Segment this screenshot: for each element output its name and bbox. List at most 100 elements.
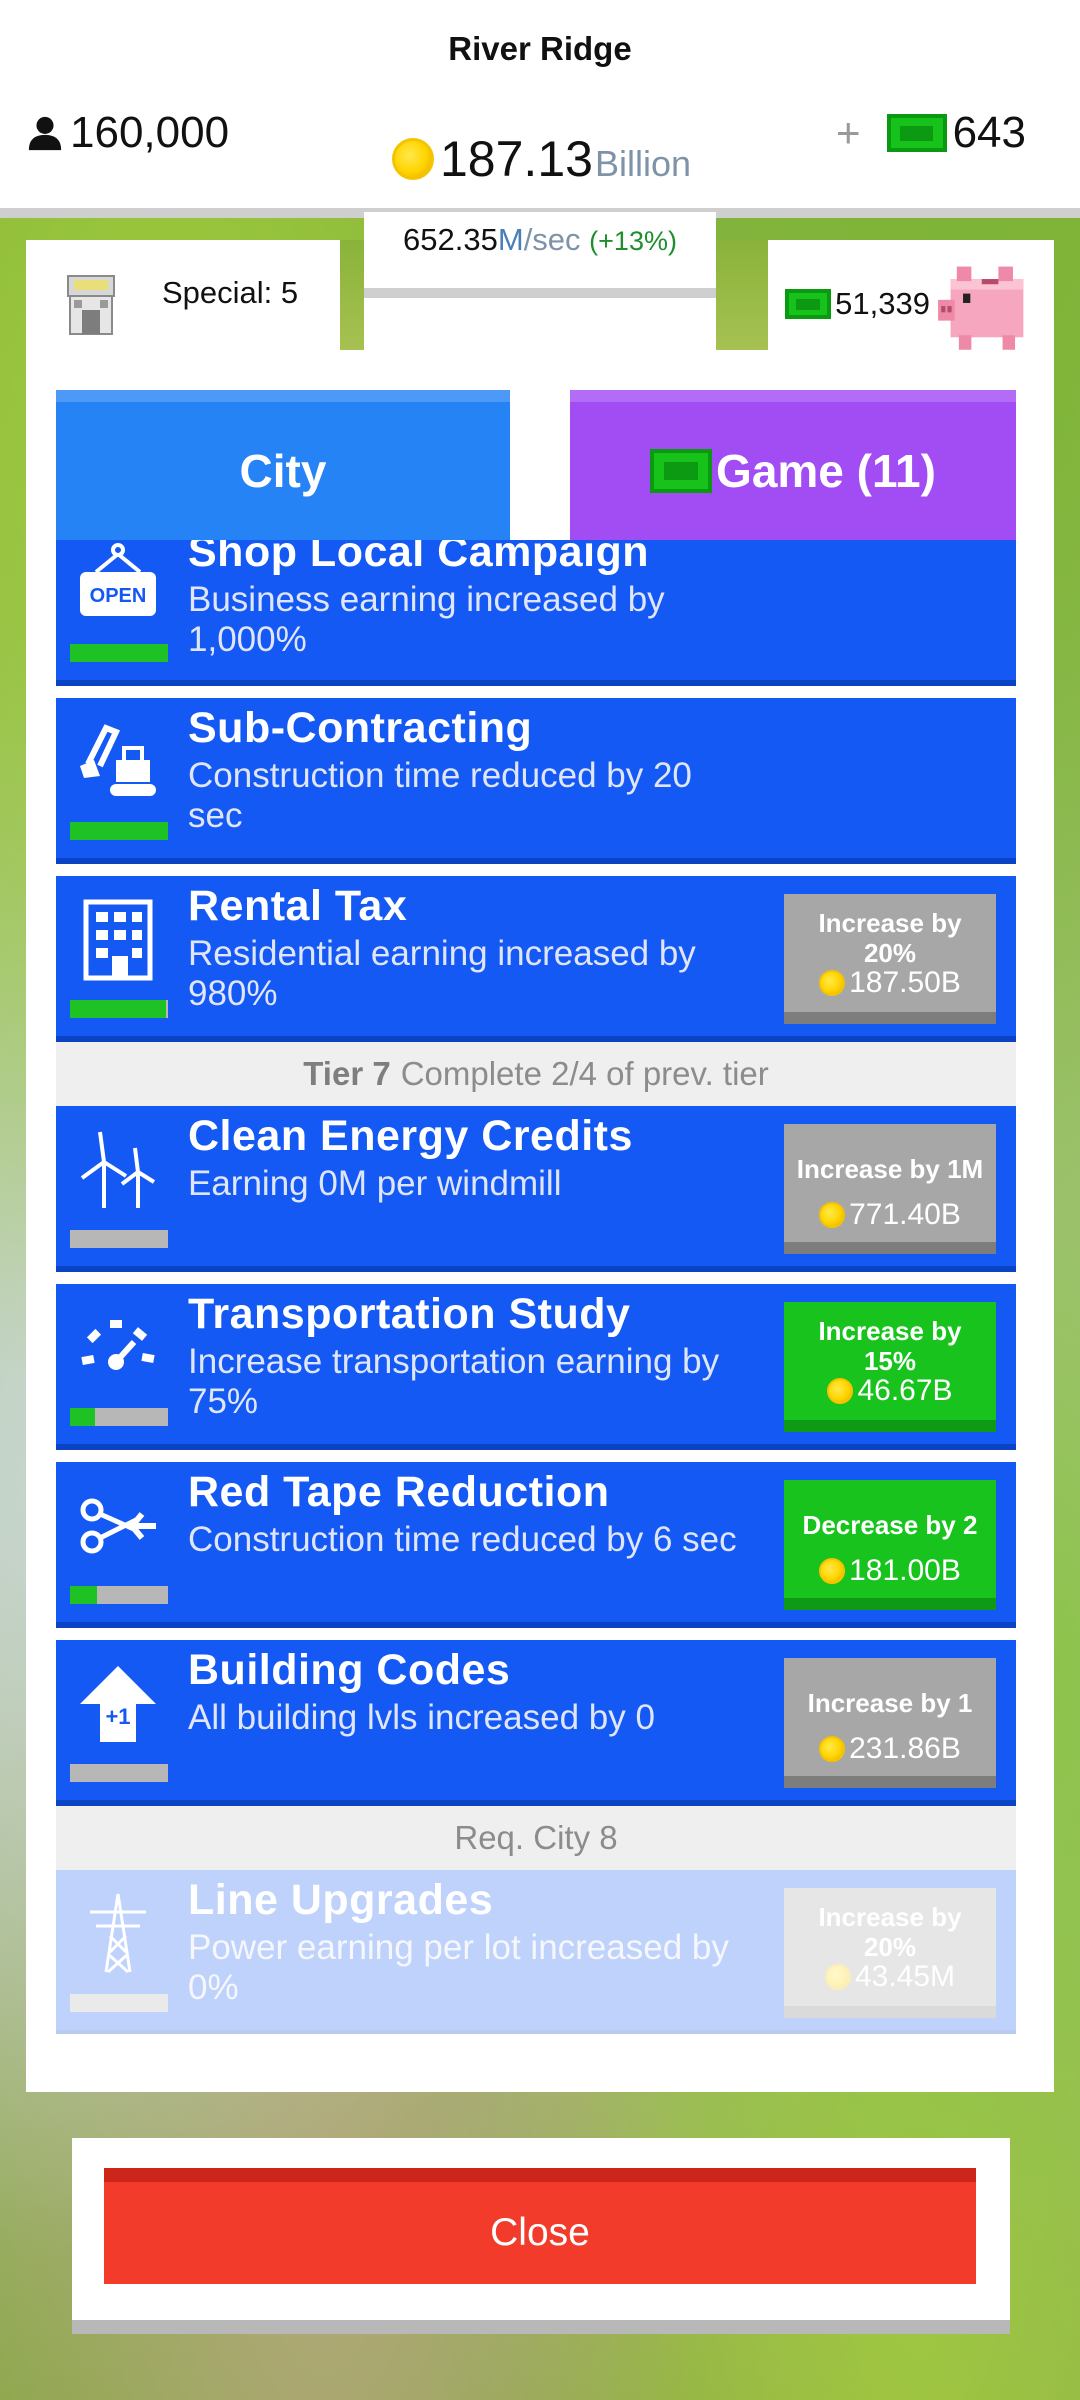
panel-cash-info[interactable]: 51,339: [785, 252, 1040, 356]
upgrade-progress-fill: [70, 1586, 98, 1604]
gold-coin-icon: [392, 138, 434, 180]
upgrade-progress: [70, 1000, 168, 1018]
open-sign-icon: OPEN: [80, 543, 156, 616]
gold-display: 187.13 Billion: [392, 130, 691, 188]
close-button[interactable]: Close: [104, 2168, 976, 2284]
rate-value: 652.35: [403, 222, 498, 257]
upgrade-title: Building Codes: [188, 1646, 511, 1694]
top-status-bar: River Ridge 160,000 187.13 Billion + 643: [0, 0, 1080, 218]
upgrade-progress: [70, 1764, 168, 1782]
upgrade-progress-fill: [70, 822, 168, 840]
town-name: River Ridge: [448, 30, 632, 67]
upgrade-title: Rental Tax: [188, 882, 408, 930]
upgrade-desc: Increase transportation earning by 75%: [188, 1342, 720, 1421]
person-icon: [28, 116, 62, 151]
gold-coin-icon: [819, 1736, 846, 1762]
gold-coin-icon: [819, 1558, 846, 1584]
buy-button-price: 46.67B: [857, 1374, 953, 1407]
upgrade-desc: Residential earning increased by 980%: [188, 934, 696, 1013]
cash-bill-icon: [886, 114, 947, 152]
upgrade-item-sub-contracting[interactable]: Sub-Contracting Construction time reduce…: [56, 698, 1016, 864]
upgrade-buy-button[interactable]: Decrease by 2 181.00B: [784, 1480, 996, 1610]
upgrade-title: Shop Local Campaign: [188, 540, 650, 576]
buy-button-line1: Increase by 1M: [796, 1154, 984, 1184]
tier-requirement: Complete 2/4 of prev. tier: [400, 1055, 769, 1092]
upgrade-item-building-codes[interactable]: +1 Building Codes All building lvls incr…: [56, 1640, 1016, 1806]
arrow-plus-one-icon: +1: [80, 1666, 156, 1742]
upgrade-item-shop-local[interactable]: OPEN Shop Local Campaign Business earnin…: [56, 540, 1016, 686]
tier-label: Tier 7: [303, 1055, 391, 1092]
upgrade-progress: [70, 1586, 168, 1604]
upgrade-item-transportation-study[interactable]: Transportation Study Increase transporta…: [56, 1284, 1016, 1450]
upgrade-desc: Construction time reduced by 6 sec: [188, 1520, 737, 1559]
gold-amount: 187.13: [440, 131, 593, 187]
income-rate: 652.35M/sec (+13%): [364, 212, 716, 298]
gold-coin-icon: [827, 1378, 854, 1404]
apartment-building-icon: [83, 899, 153, 981]
tab-city-label: City: [239, 445, 327, 497]
tab-game[interactable]: Game (11): [570, 390, 1016, 540]
cash-amount: 643: [952, 108, 1026, 157]
piggy-bank-icon[interactable]: [936, 252, 1040, 356]
upgrade-desc: Power earning per lot increased by 0%: [188, 1928, 729, 2007]
cash-display[interactable]: + 643: [836, 108, 1026, 158]
upgrade-buy-button[interactable]: Increase by 20% 187.50B: [784, 894, 996, 1024]
tab-game-label: Game (11): [716, 445, 936, 497]
panel-cash-balance: 51,339: [835, 286, 930, 321]
upgrade-item-clean-energy[interactable]: Clean Energy Credits Earning 0M per wind…: [56, 1106, 1016, 1272]
gold-coin-icon: [819, 970, 846, 996]
gold-coin-icon: [819, 1202, 846, 1228]
population-value: 160,000: [70, 108, 230, 157]
cash-bill-icon: [650, 449, 713, 493]
special-info: Special: 5: [66, 270, 298, 336]
tab-bar: City Game (11): [56, 390, 1016, 540]
buy-button-price: 187.50B: [849, 966, 961, 999]
tier-separator: Tier 7 Complete 2/4 of prev. tier: [56, 1042, 1016, 1106]
scissors-icon: [80, 1498, 156, 1554]
add-cash-button[interactable]: +: [836, 109, 861, 157]
rate-bonus: (+13%): [589, 226, 677, 256]
upgrade-buy-button[interactable]: Increase by 15% 46.67B: [784, 1302, 996, 1432]
buy-button-line1: Increase by: [818, 908, 962, 938]
close-button-label: Close: [490, 2211, 590, 2254]
tab-city[interactable]: City: [56, 390, 510, 540]
gold-coin-icon: [824, 1964, 851, 1990]
tier-requirement: Req. City 8: [454, 1819, 618, 1856]
special-building-icon: [67, 275, 115, 335]
upgrade-desc: Construction time reduced by 20 sec: [188, 756, 692, 835]
buy-button-line1: Increase by: [818, 1316, 962, 1346]
upgrade-progress: [70, 1408, 168, 1426]
upgrade-progress-fill: [70, 1408, 95, 1426]
upgrade-progress: [70, 644, 168, 662]
upgrade-buy-button: Increase by 20% 43.45M: [784, 1888, 996, 2018]
upgrade-progress-fill: [70, 1000, 167, 1018]
gold-unit: Billion: [594, 143, 691, 184]
upgrade-title: Red Tape Reduction: [188, 1468, 610, 1516]
special-label: Special: 5: [162, 275, 299, 310]
upgrade-buy-button[interactable]: Increase by 1M 771.40B: [784, 1124, 996, 1254]
upgrade-list[interactable]: OPEN Shop Local Campaign Business earnin…: [56, 540, 1016, 2034]
buy-button-price: 231.86B: [849, 1732, 961, 1765]
upgrade-title: Sub-Contracting: [188, 704, 533, 752]
svg-text:OPEN: OPEN: [90, 585, 147, 607]
population-display: 160,000: [26, 108, 229, 158]
upgrade-item-red-tape-reduction[interactable]: Red Tape Reduction Construction time red…: [56, 1462, 1016, 1628]
excavator-icon: [80, 724, 156, 796]
speedometer-icon: [81, 1320, 155, 1370]
windmill-icon: [80, 1131, 156, 1208]
buy-button-price: 43.45M: [854, 1960, 956, 1993]
upgrade-item-line-upgrades-locked: Line Upgrades Power earning per lot incr…: [56, 1870, 1016, 2034]
upgrade-progress: [70, 1994, 168, 2012]
upgrade-title: Transportation Study: [188, 1290, 631, 1338]
buy-button-line1: Increase by: [818, 1902, 962, 1932]
upgrade-title: Line Upgrades: [188, 1876, 494, 1924]
close-area: Close: [72, 2138, 1010, 2334]
svg-text:+1: +1: [105, 1704, 130, 1729]
upgrade-item-rental-tax[interactable]: Rental Tax Residential earning increased…: [56, 876, 1016, 1042]
upgrade-desc: All building lvls increased by 0: [188, 1698, 655, 1737]
buy-button-line1: Increase by 1: [807, 1688, 973, 1718]
upgrade-buy-button[interactable]: Increase by 1 231.86B: [784, 1658, 996, 1788]
buy-button-line2: 20%: [863, 938, 917, 968]
panel-gap-right: [716, 240, 768, 350]
upgrade-progress-fill: [70, 644, 168, 662]
